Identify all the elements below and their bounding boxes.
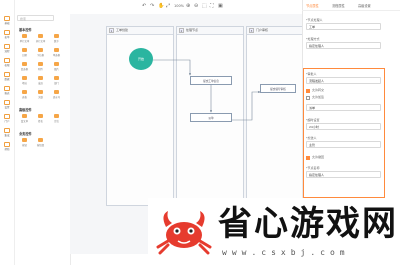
- field-label: *处理方式: [306, 37, 320, 41]
- field-input[interactable]: 24小时: [306, 123, 381, 130]
- crab-logo-icon: [156, 211, 212, 255]
- flow-node[interactable]: 提交工单信息: [190, 76, 232, 85]
- field-label: *抄送人: [306, 136, 317, 140]
- watermark-url: www.csxbj.com: [222, 248, 350, 257]
- field-input[interactable]: 指定处理人: [306, 42, 381, 49]
- checkbox-label: 允许撤回: [312, 155, 325, 159]
- watermark-title: 省心游戏网: [218, 204, 398, 244]
- field-input[interactable]: 派单: [306, 104, 381, 111]
- field-input[interactable]: 主管: [306, 141, 381, 148]
- connector: [232, 90, 261, 121]
- tab-divider: [302, 10, 400, 11]
- tab-advanced[interactable]: 高级设置: [358, 3, 371, 8]
- checkbox-label: 允许加签: [312, 95, 325, 99]
- field-input[interactable]: 指定处理人: [306, 171, 381, 178]
- field-input[interactable]: 工单: [306, 23, 381, 30]
- tab-flow-props[interactable]: 流程属性: [332, 3, 345, 8]
- checkbox-label: 允许转交: [312, 88, 325, 92]
- start-node[interactable]: 开始: [129, 48, 153, 70]
- flow-node[interactable]: 提交领导审核: [260, 84, 296, 93]
- flow-node[interactable]: 派单: [190, 113, 232, 122]
- checkbox[interactable]: [306, 89, 310, 93]
- field-label: *审批人: [306, 72, 317, 76]
- field-label: *节点处理人: [306, 18, 323, 22]
- checkbox[interactable]: [306, 156, 310, 160]
- field-label: *节点名称: [306, 166, 320, 170]
- checkbox[interactable]: [306, 96, 310, 100]
- tab-node-props[interactable]: 节点属性: [306, 3, 319, 8]
- connector: [153, 59, 192, 76]
- watermark-overlay: 省心游戏网 www.csxbj.com: [148, 198, 400, 265]
- field-input[interactable]: 流程发起人: [306, 77, 381, 84]
- field-label: *超时设置: [306, 118, 320, 122]
